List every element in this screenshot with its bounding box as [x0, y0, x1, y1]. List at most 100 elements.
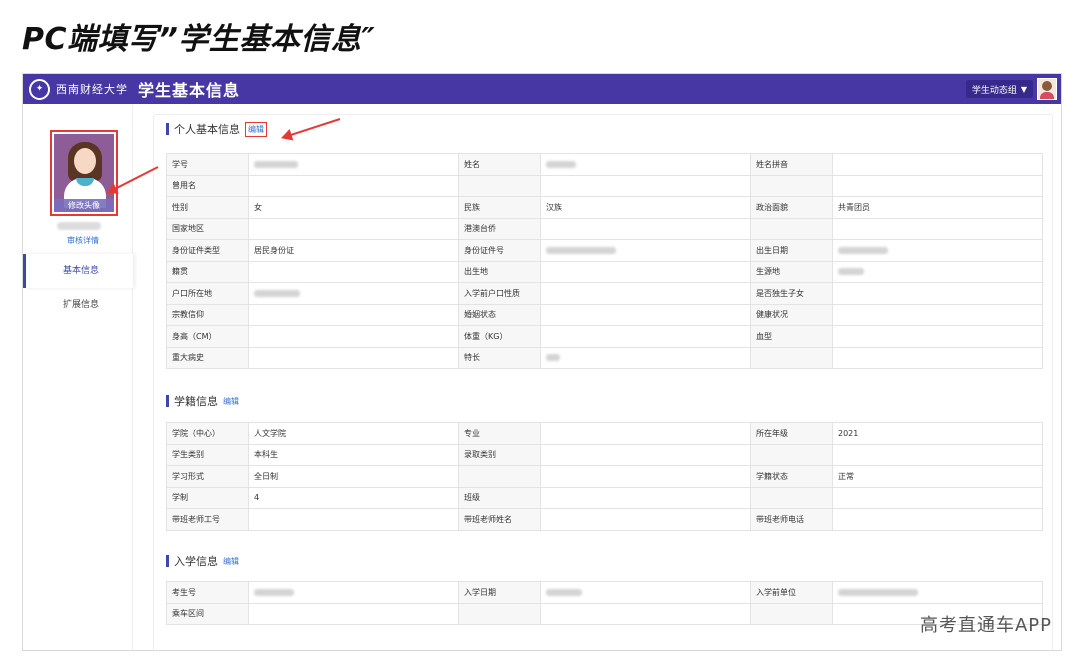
field-value: [540, 217, 751, 240]
field-value: [540, 153, 751, 176]
field-label: 特长: [458, 346, 541, 369]
admission-info-table: 考生号 入学日期 入学前单位 乘车区间: [166, 581, 1043, 625]
change-photo-button[interactable]: 修改头像: [54, 199, 114, 212]
section-enrollment-header: 学籍信息 编辑: [166, 393, 239, 409]
field-value: [248, 581, 459, 604]
enrollment-info-table: 学院（中心） 人文学院 专业 所在年级 2021 学生类别 本科生 录取类别 学习形式 全日制 学籍…: [166, 422, 1043, 531]
table-row: 学号 姓名 姓名拼音: [166, 153, 1043, 176]
field-value: [832, 325, 1043, 348]
field-value: [832, 239, 1043, 262]
field-value: [248, 303, 459, 326]
student-name-redacted: [57, 222, 101, 230]
field-label: 曾用名: [166, 174, 249, 197]
field-value: [540, 346, 751, 369]
field-label: 出生日期: [750, 239, 833, 262]
side-nav-extended-info[interactable]: 扩展信息: [23, 288, 133, 322]
field-value: [540, 486, 751, 509]
table-row: 考生号 入学日期 入学前单位: [166, 581, 1043, 604]
field-value: [832, 486, 1043, 509]
field-value: [832, 174, 1043, 197]
field-label: 带班老师电话: [750, 508, 833, 531]
side-nav: 基本信息 扩展信息: [23, 254, 133, 322]
field-label: 港澳台侨: [458, 217, 541, 240]
group-selector[interactable]: 学生动态组 ▼: [965, 80, 1033, 98]
field-label: 学院（中心）: [166, 422, 249, 445]
field-label: 性别: [166, 196, 249, 219]
audit-details-link[interactable]: 审核详情: [67, 235, 99, 246]
section-enrollment-title: 学籍信息: [174, 395, 218, 408]
section-personal-title: 个人基本信息: [174, 123, 240, 136]
field-value: [832, 346, 1043, 369]
university-name: 西南财经大学: [56, 83, 128, 96]
field-value: [248, 508, 459, 531]
field-label: 所在年级: [750, 422, 833, 445]
profile-photo[interactable]: 修改头像: [54, 134, 114, 212]
field-value: [248, 174, 459, 197]
field-label: 婚姻状态: [458, 303, 541, 326]
field-label: 入学日期: [458, 581, 541, 604]
field-label: 体重（KG）: [458, 325, 541, 348]
field-value: [540, 465, 751, 488]
field-value: [540, 260, 751, 283]
field-label: [750, 486, 833, 509]
field-label: 是否独生子女: [750, 282, 833, 305]
field-label: 国家地区: [166, 217, 249, 240]
redacted-value: [254, 289, 300, 297]
redacted-value: [838, 268, 864, 276]
field-value: [540, 602, 751, 625]
redacted-value: [254, 160, 298, 168]
field-value: [540, 325, 751, 348]
field-label: 入学前户口性质: [458, 282, 541, 305]
redacted-value: [838, 246, 888, 254]
field-label: 姓名拼音: [750, 153, 833, 176]
field-value: [540, 508, 751, 531]
profile-photo-highlight: 修改头像: [50, 130, 118, 216]
page-caption: PC端填写”学生基本信息″: [22, 22, 376, 57]
field-label: 身份证件类型: [166, 239, 249, 262]
edit-personal-button[interactable]: 编辑: [245, 121, 267, 137]
field-label: 重大病史: [166, 346, 249, 369]
table-row: 学生类别 本科生 录取类别: [166, 443, 1043, 466]
field-value: [832, 217, 1043, 240]
watermark: 高考直通车APP: [919, 615, 1052, 636]
field-label: 专业: [458, 422, 541, 445]
table-row: 乘车区间: [166, 602, 1043, 625]
redacted-value: [546, 246, 616, 254]
field-label: [750, 217, 833, 240]
section-personal-header: 个人基本信息 编辑: [166, 121, 267, 137]
field-value: [832, 581, 1043, 604]
user-avatar[interactable]: [1037, 78, 1057, 100]
field-label: [458, 465, 541, 488]
edit-admission-button[interactable]: 编辑: [223, 556, 239, 567]
table-row: 学制 4 班级: [166, 486, 1043, 509]
field-label: 学籍状态: [750, 465, 833, 488]
field-label: 宗教信仰: [166, 303, 249, 326]
field-value: 汉族: [540, 196, 751, 219]
table-row: 带班老师工号 带班老师姓名 带班老师电话: [166, 508, 1043, 531]
table-row: 学习形式 全日制 学籍状态 正常: [166, 465, 1043, 488]
field-label: 学习形式: [166, 465, 249, 488]
redacted-value: [546, 354, 560, 362]
university-seal-icon: ✦: [29, 78, 50, 100]
field-label: 姓名: [458, 153, 541, 176]
field-label: 班级: [458, 486, 541, 509]
field-value: [540, 581, 751, 604]
table-row: 身份证件类型 居民身份证 身份证件号 出生日期: [166, 239, 1043, 262]
field-label: [750, 602, 833, 625]
table-row: 籍贯 出生地 生源地: [166, 260, 1043, 283]
field-value: [832, 260, 1043, 283]
field-label: 出生地: [458, 260, 541, 283]
section-admission-header: 入学信息 编辑: [166, 553, 239, 569]
content-panel: 个人基本信息 编辑 学号 姓名 姓名拼音 曾用名 性别女民族 汉族 政治面貌 共青团员 国家地区…: [153, 114, 1053, 650]
edit-enrollment-button[interactable]: 编辑: [223, 396, 239, 407]
field-value: [832, 443, 1043, 466]
field-value: 4: [248, 486, 459, 509]
section-admission-title: 入学信息: [174, 555, 218, 568]
field-label: [458, 602, 541, 625]
field-value: [248, 602, 459, 625]
field-label: 录取类别: [458, 443, 541, 466]
side-nav-basic-info[interactable]: 基本信息: [23, 254, 133, 288]
field-value: 正常: [832, 465, 1043, 488]
field-value: [832, 282, 1043, 305]
field-value: 共青团员: [832, 196, 1043, 219]
